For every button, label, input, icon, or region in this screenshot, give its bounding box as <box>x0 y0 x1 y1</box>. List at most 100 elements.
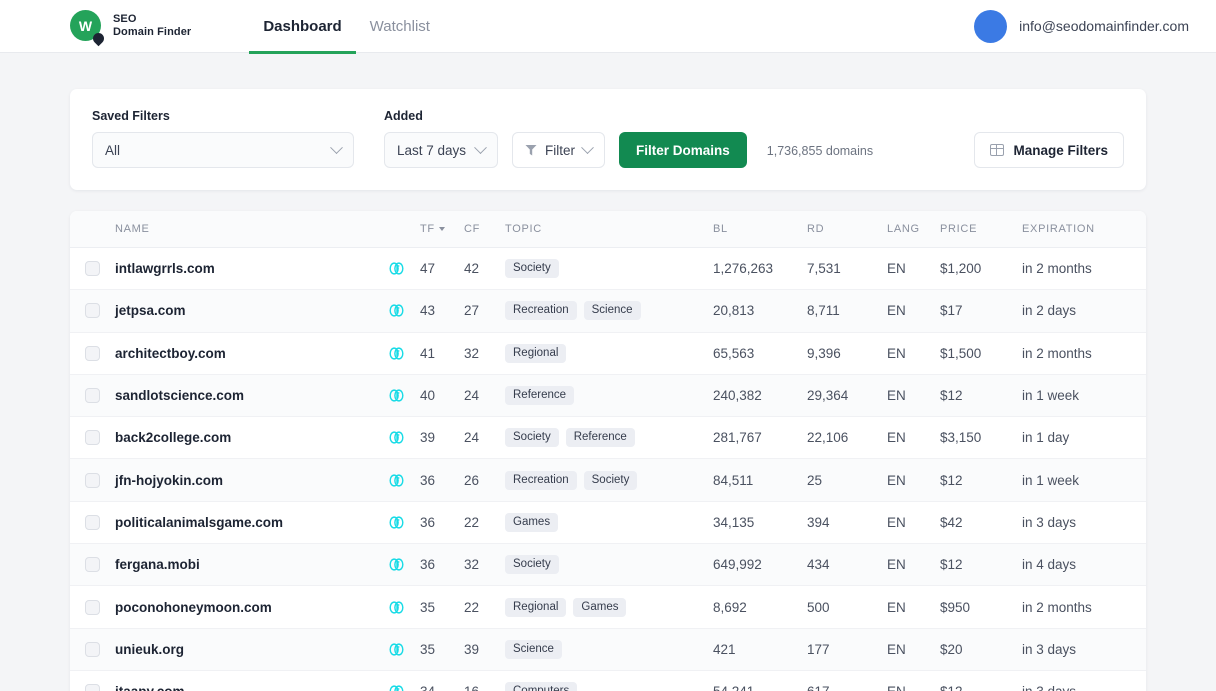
topic-tag[interactable]: Regional <box>505 343 567 363</box>
table-row[interactable]: sandlotscience.com 40 24 Reference 240,382 29… <box>70 374 1146 418</box>
domain-name-cell[interactable]: intlawgrrls.com <box>115 261 388 276</box>
cf-cell: 39 <box>464 641 480 657</box>
row-checkbox[interactable] <box>85 345 100 361</box>
domain-name-label: back2college.com <box>115 430 232 446</box>
manage-filters-button[interactable]: Manage Filters <box>974 132 1124 168</box>
topic-tag[interactable]: Science <box>505 639 562 659</box>
row-checkbox[interactable] <box>85 641 100 657</box>
nav-tab-watchlist[interactable]: Watchlist <box>356 0 444 53</box>
table-row[interactable]: architectboy.com 41 32 Regional 65,563 9,396 E… <box>70 333 1146 375</box>
price-cell: $1,500 <box>940 345 982 361</box>
domain-name-cell[interactable]: fergana.mobi <box>115 557 388 572</box>
archive-link[interactable] <box>388 472 420 489</box>
topic-tag[interactable]: Reference <box>505 386 575 406</box>
archive-link[interactable] <box>388 302 420 319</box>
price-cell: $950 <box>940 599 971 615</box>
row-checkbox[interactable] <box>85 557 100 573</box>
column-header-topic[interactable]: TOPIC <box>505 223 713 235</box>
topic-tag[interactable]: Society <box>583 470 638 490</box>
topic-tag[interactable]: Society <box>505 259 559 279</box>
column-header-lang[interactable]: LANG <box>887 223 940 235</box>
domain-name-cell[interactable]: architectboy.com <box>115 346 388 361</box>
archive-link[interactable] <box>388 387 420 404</box>
row-checkbox[interactable] <box>85 388 100 404</box>
table-row[interactable]: poconohoneymoon.com 35 22 Regional Games 8,69… <box>70 586 1146 629</box>
added-field: Added Last 7 days <box>384 109 498 168</box>
expiration-cell: in 2 months <box>1022 261 1092 277</box>
row-checkbox[interactable] <box>85 684 100 691</box>
lang-cell: EN <box>887 514 906 530</box>
lang-cell: EN <box>887 345 906 361</box>
tf-cell: 36 <box>420 557 436 573</box>
price-cell: $1,200 <box>940 261 982 277</box>
column-header-price[interactable]: PRICE <box>940 223 1022 235</box>
topic-tag[interactable]: Recreation <box>505 301 577 321</box>
rd-cell: 434 <box>807 557 830 573</box>
brand-logo[interactable]: W SEO Domain Finder <box>70 10 191 47</box>
domain-name-label: jfn-hojyokin.com <box>115 472 223 488</box>
expiration-cell: in 3 days <box>1022 684 1146 691</box>
topic-tag[interactable]: Regional <box>505 597 567 617</box>
nav-tab-dashboard[interactable]: Dashboard <box>249 0 357 54</box>
main-nav: Dashboard Watchlist <box>249 0 444 54</box>
topic-tag[interactable]: Games <box>573 597 627 617</box>
topic-tag[interactable]: Science <box>583 301 641 321</box>
column-header-tf[interactable]: TF <box>420 223 464 235</box>
archive-icon <box>389 643 404 656</box>
archive-link[interactable] <box>388 514 420 531</box>
domain-name-cell[interactable]: jfn-hojyokin.com <box>115 473 388 488</box>
table-row[interactable]: politicalanimalsgame.com 36 22 Games 34,135 3… <box>70 502 1146 545</box>
table-row[interactable]: jfn-hojyokin.com 36 26 Recreation Society 84,… <box>70 459 1146 502</box>
topic-tag[interactable]: Society <box>505 428 559 448</box>
column-header-rd[interactable]: RD <box>807 223 887 235</box>
table-row[interactable]: jetpsa.com 43 27 Recreation Science 20,813 8,7… <box>70 290 1146 333</box>
domain-name-cell[interactable]: itaapy.com <box>115 684 388 691</box>
expiration-cell: in 2 months <box>1022 599 1092 615</box>
domain-name-cell[interactable]: back2college.com <box>115 430 388 445</box>
table-row[interactable]: fergana.mobi 36 32 Society 649,992 434 EN $12 in… <box>70 544 1146 587</box>
expiration-cell: in 3 days <box>1022 514 1077 530</box>
topic-tag[interactable]: Society <box>505 555 559 575</box>
topic-tag[interactable]: Reference <box>565 428 635 448</box>
row-checkbox[interactable] <box>85 261 100 277</box>
archive-link[interactable] <box>388 641 420 658</box>
column-header-name[interactable]: NAME <box>115 223 388 235</box>
topic-tag[interactable]: Recreation <box>505 470 577 490</box>
tf-cell: 41 <box>420 345 436 361</box>
archive-link[interactable] <box>388 683 420 691</box>
column-header-expiration[interactable]: EXPIRATION <box>1022 223 1146 235</box>
domain-name-cell[interactable]: unieuk.org <box>115 642 388 657</box>
user-account[interactable]: info@seodomainfinder.com <box>974 9 1189 43</box>
added-select[interactable]: Last 7 days <box>384 132 498 168</box>
tf-cell: 43 <box>420 303 436 319</box>
filter-domains-button[interactable]: Filter Domains <box>619 132 747 168</box>
filter-dropdown-button[interactable]: Filter <box>512 132 605 168</box>
archive-link[interactable] <box>388 599 420 616</box>
archive-link[interactable] <box>388 556 420 573</box>
saved-filters-select[interactable]: All <box>92 132 354 168</box>
domain-name-cell[interactable]: sandlotscience.com <box>115 388 388 403</box>
lang-cell: EN <box>887 388 906 404</box>
expiration-cell: in 4 days <box>1022 557 1077 573</box>
domain-name-cell[interactable]: politicalanimalsgame.com <box>115 515 388 530</box>
column-header-bl[interactable]: BL <box>713 223 807 235</box>
topic-tag[interactable]: Games <box>505 512 559 532</box>
domain-name-cell[interactable]: poconohoneymoon.com <box>115 600 388 615</box>
table-row[interactable]: itaapy.com 3416Computers 54,241617EN$12in … <box>70 671 1146 691</box>
archive-link[interactable] <box>388 260 420 277</box>
topic-tag[interactable]: Computers <box>505 682 578 691</box>
row-checkbox[interactable] <box>85 303 100 319</box>
row-checkbox[interactable] <box>85 599 100 615</box>
table-row[interactable]: unieuk.org 35 39 Science 421 177 EN $20 in 3 day… <box>70 628 1146 671</box>
row-checkbox[interactable] <box>85 514 100 530</box>
row-checkbox[interactable] <box>85 430 100 446</box>
table-row[interactable]: back2college.com 39 24 Society Reference 281,… <box>70 417 1146 460</box>
archive-link[interactable] <box>388 429 420 446</box>
archive-link[interactable] <box>388 345 420 362</box>
column-header-cf[interactable]: CF <box>464 223 505 235</box>
domain-name-cell[interactable]: jetpsa.com <box>115 303 388 318</box>
table-row[interactable]: intlawgrrls.com 47 42 Society 1,276,263 7,531… <box>70 248 1146 291</box>
row-checkbox[interactable] <box>85 472 100 488</box>
table-header-row: NAME TF CF TOPIC BL RD LANG PRICE EXPIRA… <box>70 211 1146 248</box>
brand-line-1: SEO <box>113 13 137 25</box>
